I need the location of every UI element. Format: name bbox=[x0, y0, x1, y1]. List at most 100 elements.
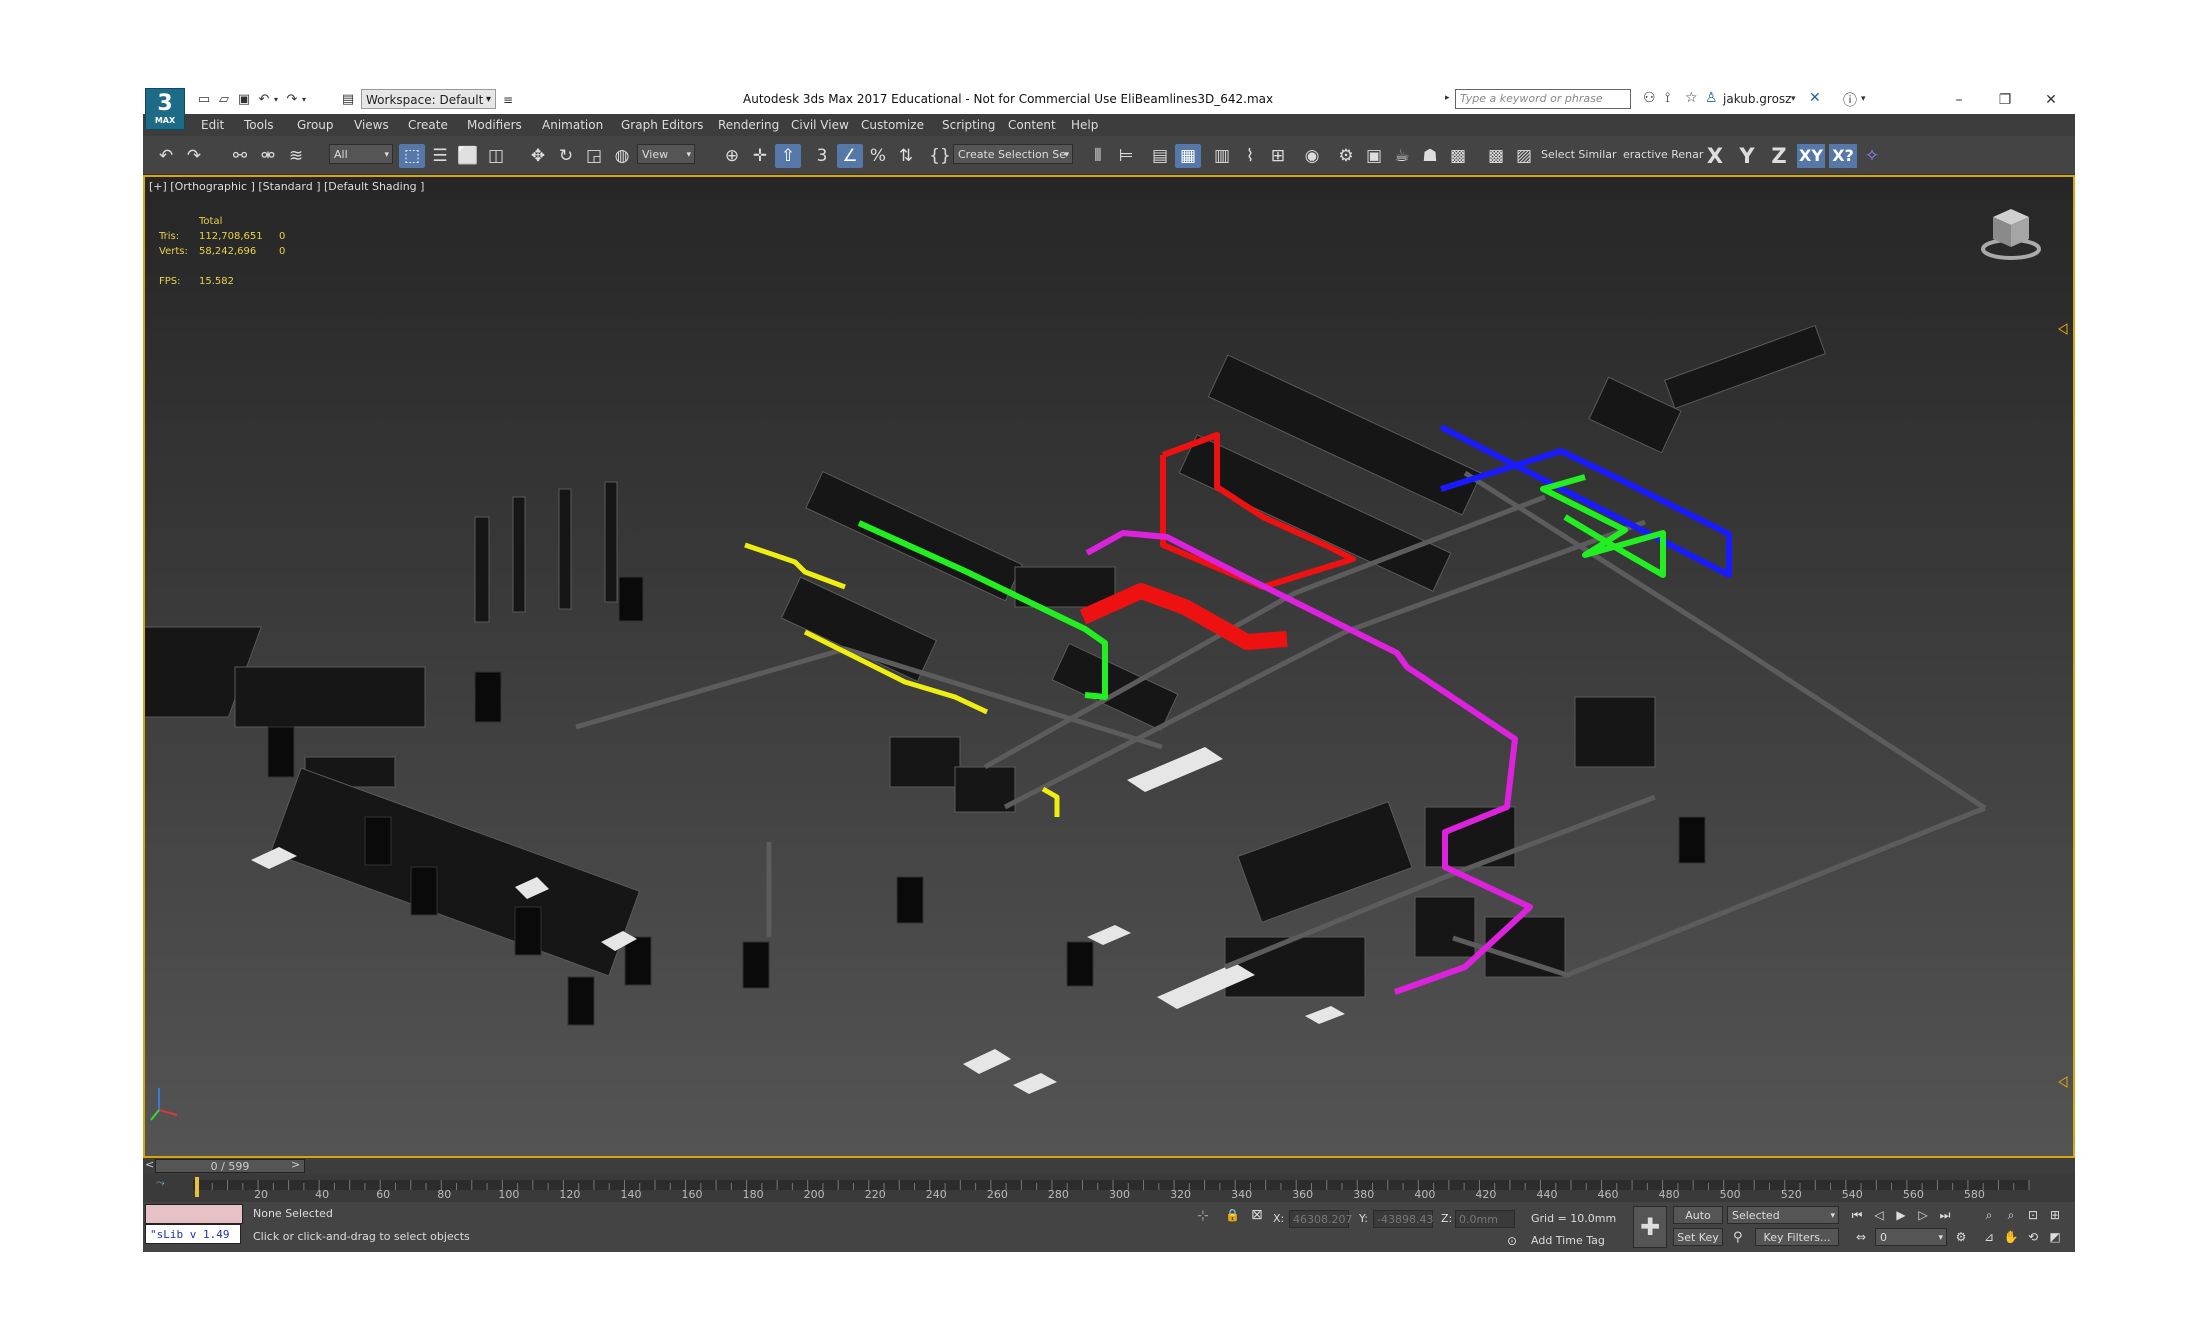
isolate-selection-icon[interactable]: ⊹ bbox=[1197, 1208, 1209, 1224]
menu-create[interactable]: Create bbox=[408, 118, 448, 132]
time-tag-icon[interactable]: ⊙ bbox=[1507, 1234, 1517, 1248]
axis-x-button[interactable]: X bbox=[1701, 144, 1729, 168]
percent-snap-icon[interactable]: % bbox=[865, 144, 891, 168]
toggle-ribbon-icon[interactable]: ▥ bbox=[1209, 144, 1235, 168]
maximize-viewport-icon[interactable]: ◩ bbox=[2045, 1228, 2065, 1246]
render-iterative-icon[interactable]: ☗ bbox=[1417, 144, 1443, 168]
zoom-icon[interactable]: ⌕ bbox=[1979, 1206, 1999, 1224]
axis-xy-cycle-button[interactable]: X? bbox=[1829, 144, 1857, 168]
schematic-view-icon[interactable]: ⊞ bbox=[1265, 144, 1291, 168]
named-selection-select[interactable]: Create Selection Se bbox=[953, 144, 1073, 165]
user-dropdown-icon[interactable]: ▾ bbox=[1791, 94, 1796, 104]
favorites-star-icon[interactable]: ☆ bbox=[1685, 90, 1698, 106]
render-production-icon[interactable]: ☕ bbox=[1389, 144, 1415, 168]
maxscript-listener[interactable] bbox=[145, 1204, 243, 1224]
zoom-extents-icon[interactable]: ⊡ bbox=[2023, 1206, 2043, 1224]
menu-graph-editors[interactable]: Graph Editors bbox=[621, 118, 703, 132]
time-next-icon[interactable]: > bbox=[291, 1158, 300, 1171]
move-icon[interactable]: ✥ bbox=[525, 144, 551, 168]
place-icon[interactable]: ◍ bbox=[609, 144, 635, 168]
orbit-icon[interactable]: ⟲ bbox=[2023, 1228, 2043, 1246]
mini-curve-editor-icon[interactable]: ⤳ bbox=[156, 1176, 165, 1190]
time-configuration-icon[interactable]: ⚙ bbox=[1951, 1228, 1971, 1246]
toggle-layer-explorer-icon[interactable]: ▦ bbox=[1175, 144, 1201, 168]
search-arrow-icon[interactable]: ▸ bbox=[1445, 93, 1450, 103]
key-mode-toggle-icon[interactable]: ⇔ bbox=[1851, 1228, 1871, 1246]
mirror-icon[interactable]: ⫴ bbox=[1085, 144, 1111, 168]
pivot-center-icon[interactable]: ⊕ bbox=[719, 144, 745, 168]
edit-named-selection-icon[interactable]: {} bbox=[927, 144, 953, 168]
selection-filter-select[interactable]: All bbox=[329, 144, 393, 165]
viewport-label[interactable]: [+] [Orthographic ] [Standard ] [Default… bbox=[149, 180, 424, 193]
menu-civil-view[interactable]: Civil View bbox=[791, 118, 849, 132]
rendered-frame-window-icon[interactable]: ▣ bbox=[1361, 144, 1387, 168]
next-frame-icon[interactable]: ▷ bbox=[1913, 1206, 1933, 1224]
snaps-toggle-icon[interactable]: 3 bbox=[809, 144, 835, 168]
menu-animation[interactable]: Animation bbox=[542, 118, 603, 132]
scale-icon[interactable]: ◲ bbox=[581, 144, 607, 168]
reference-coordinate-select[interactable]: View bbox=[637, 144, 695, 165]
user-icon[interactable]: ♙ bbox=[1705, 90, 1718, 106]
render-cloud-icon[interactable]: ▩ bbox=[1445, 144, 1471, 168]
menu-content[interactable]: Content bbox=[1008, 118, 1056, 132]
menu-views[interactable]: Views bbox=[354, 118, 389, 132]
z-coord-field[interactable]: 0.0mm bbox=[1455, 1210, 1515, 1228]
maxscript-mini-input[interactable]: "sLib v 1.49 bbox=[145, 1224, 241, 1244]
minimize-button[interactable]: – bbox=[1939, 88, 1979, 112]
menu-scripting[interactable]: Scripting bbox=[942, 118, 995, 132]
bind-space-warp-icon[interactable]: ≋ bbox=[283, 144, 309, 168]
viewcube-icon[interactable] bbox=[1979, 205, 2043, 265]
angle-snap-icon[interactable]: ∠ bbox=[837, 144, 863, 168]
render-setup-icon[interactable]: ⚙ bbox=[1333, 144, 1359, 168]
exchange-icon[interactable]: ✕ bbox=[1809, 90, 1821, 106]
help-icon[interactable]: ⓘ bbox=[1843, 90, 1857, 110]
redo-dropdown-icon[interactable]: ▾ bbox=[295, 90, 313, 110]
interactive-rename-button[interactable]: eractive Renar bbox=[1623, 148, 1703, 161]
app-logo-button[interactable]: 3 MAX bbox=[145, 88, 185, 130]
key-mode-select[interactable]: Selected bbox=[1727, 1206, 1839, 1225]
time-prev-icon[interactable]: < bbox=[145, 1158, 154, 1171]
play-icon[interactable]: ▶ bbox=[1891, 1206, 1911, 1224]
add-time-tag-button[interactable]: Add Time Tag bbox=[1531, 1234, 1605, 1247]
spinner-snap-icon[interactable]: ⇅ bbox=[893, 144, 919, 168]
customize-quick-access-icon[interactable]: ≡ bbox=[499, 90, 517, 110]
set-key-plus-icon[interactable]: ✚ bbox=[1633, 1206, 1667, 1248]
menu-group[interactable]: Group bbox=[297, 118, 334, 132]
axis-y-button[interactable]: Y bbox=[1733, 144, 1761, 168]
menu-rendering[interactable]: Rendering bbox=[718, 118, 779, 132]
link-icon[interactable]: ⚯ bbox=[227, 144, 253, 168]
help-dropdown-icon[interactable]: ▾ bbox=[1861, 94, 1866, 104]
goto-end-icon[interactable]: ⏭ bbox=[1935, 1206, 1955, 1224]
zoom-extents-all-icon[interactable]: ⊞ bbox=[2045, 1206, 2065, 1224]
open-file-icon[interactable]: ▱ bbox=[215, 90, 233, 110]
perspective-viewport[interactable]: [+] [Orthographic ] [Standard ] [Default… bbox=[143, 175, 2075, 1158]
workspace-select[interactable]: Workspace: Default bbox=[361, 89, 496, 110]
y-coord-field[interactable]: -43898.43 bbox=[1373, 1210, 1433, 1228]
menu-tools[interactable]: Tools bbox=[244, 118, 274, 132]
menu-edit[interactable]: Edit bbox=[201, 118, 224, 132]
absolute-mode-icon[interactable]: ⊠ bbox=[1251, 1207, 1263, 1223]
save-file-icon[interactable]: ▣ bbox=[235, 90, 253, 110]
select-similar-icon-b[interactable]: ▨ bbox=[1511, 144, 1537, 168]
select-similar-button[interactable]: Select Similar bbox=[1541, 148, 1617, 161]
undo-icon[interactable]: ↶ bbox=[153, 144, 179, 168]
window-crossing-icon[interactable]: ◫ bbox=[483, 144, 509, 168]
previous-frame-icon[interactable]: ◁ bbox=[1869, 1206, 1889, 1224]
select-similar-icon-a[interactable]: ▩ bbox=[1483, 144, 1509, 168]
subscription-icon[interactable]: ⟟ bbox=[1665, 90, 1670, 106]
select-by-name-icon[interactable]: ☰ bbox=[427, 144, 453, 168]
search-input[interactable]: Type a keyword or phrase bbox=[1455, 89, 1631, 109]
project-folder-icon[interactable]: ▤ bbox=[339, 90, 357, 110]
axis-z-button[interactable]: Z bbox=[1765, 144, 1793, 168]
goto-start-icon[interactable]: ⏮ bbox=[1847, 1206, 1867, 1224]
axis-xy-button[interactable]: XY bbox=[1797, 144, 1825, 168]
select-object-icon[interactable]: ⬚ bbox=[399, 144, 425, 168]
align-icon[interactable]: ⊨ bbox=[1113, 144, 1139, 168]
transform-gizmo-icon[interactable]: ✧ bbox=[1859, 144, 1885, 168]
material-editor-icon[interactable]: ◉ bbox=[1299, 144, 1325, 168]
time-cursor[interactable] bbox=[195, 1177, 199, 1197]
select-manipulate-icon[interactable]: ✛ bbox=[747, 144, 773, 168]
close-button[interactable]: ✕ bbox=[2031, 88, 2071, 112]
current-frame-field[interactable]: 0 bbox=[1875, 1228, 1947, 1247]
key-filters-button[interactable]: Key Filters... bbox=[1755, 1228, 1839, 1246]
